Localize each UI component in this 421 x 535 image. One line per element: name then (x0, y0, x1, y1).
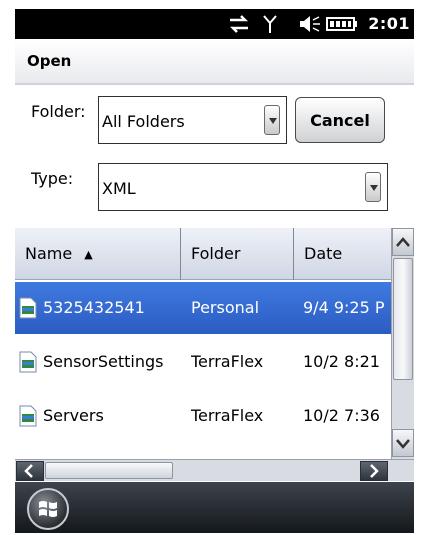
speaker-icon[interactable] (298, 14, 322, 34)
folder-dropdown[interactable]: All Folders (98, 96, 287, 144)
type-label: Type: (31, 169, 74, 188)
status-bar: 2:01 (15, 9, 414, 39)
file-folder: TerraFlex (191, 352, 264, 371)
dialog-title: Open (27, 52, 72, 70)
sync-arrows-icon (229, 15, 249, 33)
type-dropdown-value: XML (102, 179, 136, 198)
file-folder: Personal (191, 298, 260, 317)
list-item[interactable]: Servers TerraFlex 10/2 7:36 (15, 390, 391, 442)
column-header-date-label: Date (304, 244, 343, 263)
file-list[interactable]: Name ▲ Folder Date 5325432541 Personal 9/… (15, 228, 414, 481)
sort-ascending-icon: ▲ (84, 248, 93, 261)
horizontal-scrollbar[interactable] (15, 459, 414, 481)
xml-file-icon (19, 297, 37, 319)
file-folder: TerraFlex (191, 406, 264, 425)
windows-start-button[interactable] (27, 488, 69, 530)
column-header-folder-label: Folder (191, 244, 241, 263)
folder-label: Folder: (31, 102, 86, 121)
file-date: 10/2 8:21 (303, 352, 380, 371)
vertical-scrollbar[interactable] (391, 228, 414, 459)
device-screen: 2:01 Open Folder: All Folders Cancel Typ… (15, 9, 414, 533)
list-item[interactable]: SensorSettings TerraFlex 10/2 8:21 (15, 336, 391, 388)
chevron-right-icon (370, 464, 379, 478)
xml-file-icon (19, 351, 37, 373)
file-name: SensorSettings (43, 352, 164, 371)
scroll-down-button[interactable] (392, 429, 414, 457)
windows-logo-icon (39, 501, 57, 517)
chevron-up-icon (396, 237, 410, 247)
column-header-folder[interactable]: Folder (181, 228, 294, 280)
horizontal-scroll-thumb[interactable] (45, 462, 173, 479)
scroll-left-button[interactable] (16, 461, 44, 481)
chevron-down-icon (269, 118, 277, 124)
cancel-button[interactable]: Cancel (295, 97, 385, 143)
column-header-name[interactable]: Name ▲ (15, 228, 181, 280)
chevron-down-icon (396, 439, 410, 449)
folder-dropdown-value: All Folders (102, 112, 185, 131)
type-dropdown-arrow[interactable] (365, 172, 381, 202)
column-header-name-label: Name (25, 244, 73, 263)
xml-file-icon (19, 405, 37, 427)
scroll-right-button[interactable] (360, 461, 388, 481)
folder-dropdown-arrow[interactable] (264, 105, 280, 135)
file-name: 5325432541 (43, 298, 145, 317)
column-header-date[interactable]: Date (294, 228, 391, 280)
title-bar: Open (15, 39, 414, 85)
type-dropdown[interactable]: XML (98, 163, 388, 211)
list-header: Name ▲ Folder Date (15, 228, 391, 280)
chevron-down-icon (370, 185, 378, 191)
file-date: 9/4 9:25 P (303, 298, 385, 317)
taskbar (15, 482, 414, 533)
scroll-up-button[interactable] (392, 228, 414, 256)
vertical-scroll-thumb[interactable] (393, 258, 413, 380)
status-time: 2:01 (368, 14, 410, 33)
file-name: Servers (43, 406, 104, 425)
list-item[interactable]: 5325432541 Personal 9/4 9:25 P (15, 282, 391, 334)
signal-antenna-icon (263, 15, 277, 33)
battery-icon (326, 17, 357, 31)
file-date: 10/2 7:36 (303, 406, 380, 425)
chevron-left-icon (24, 464, 33, 478)
